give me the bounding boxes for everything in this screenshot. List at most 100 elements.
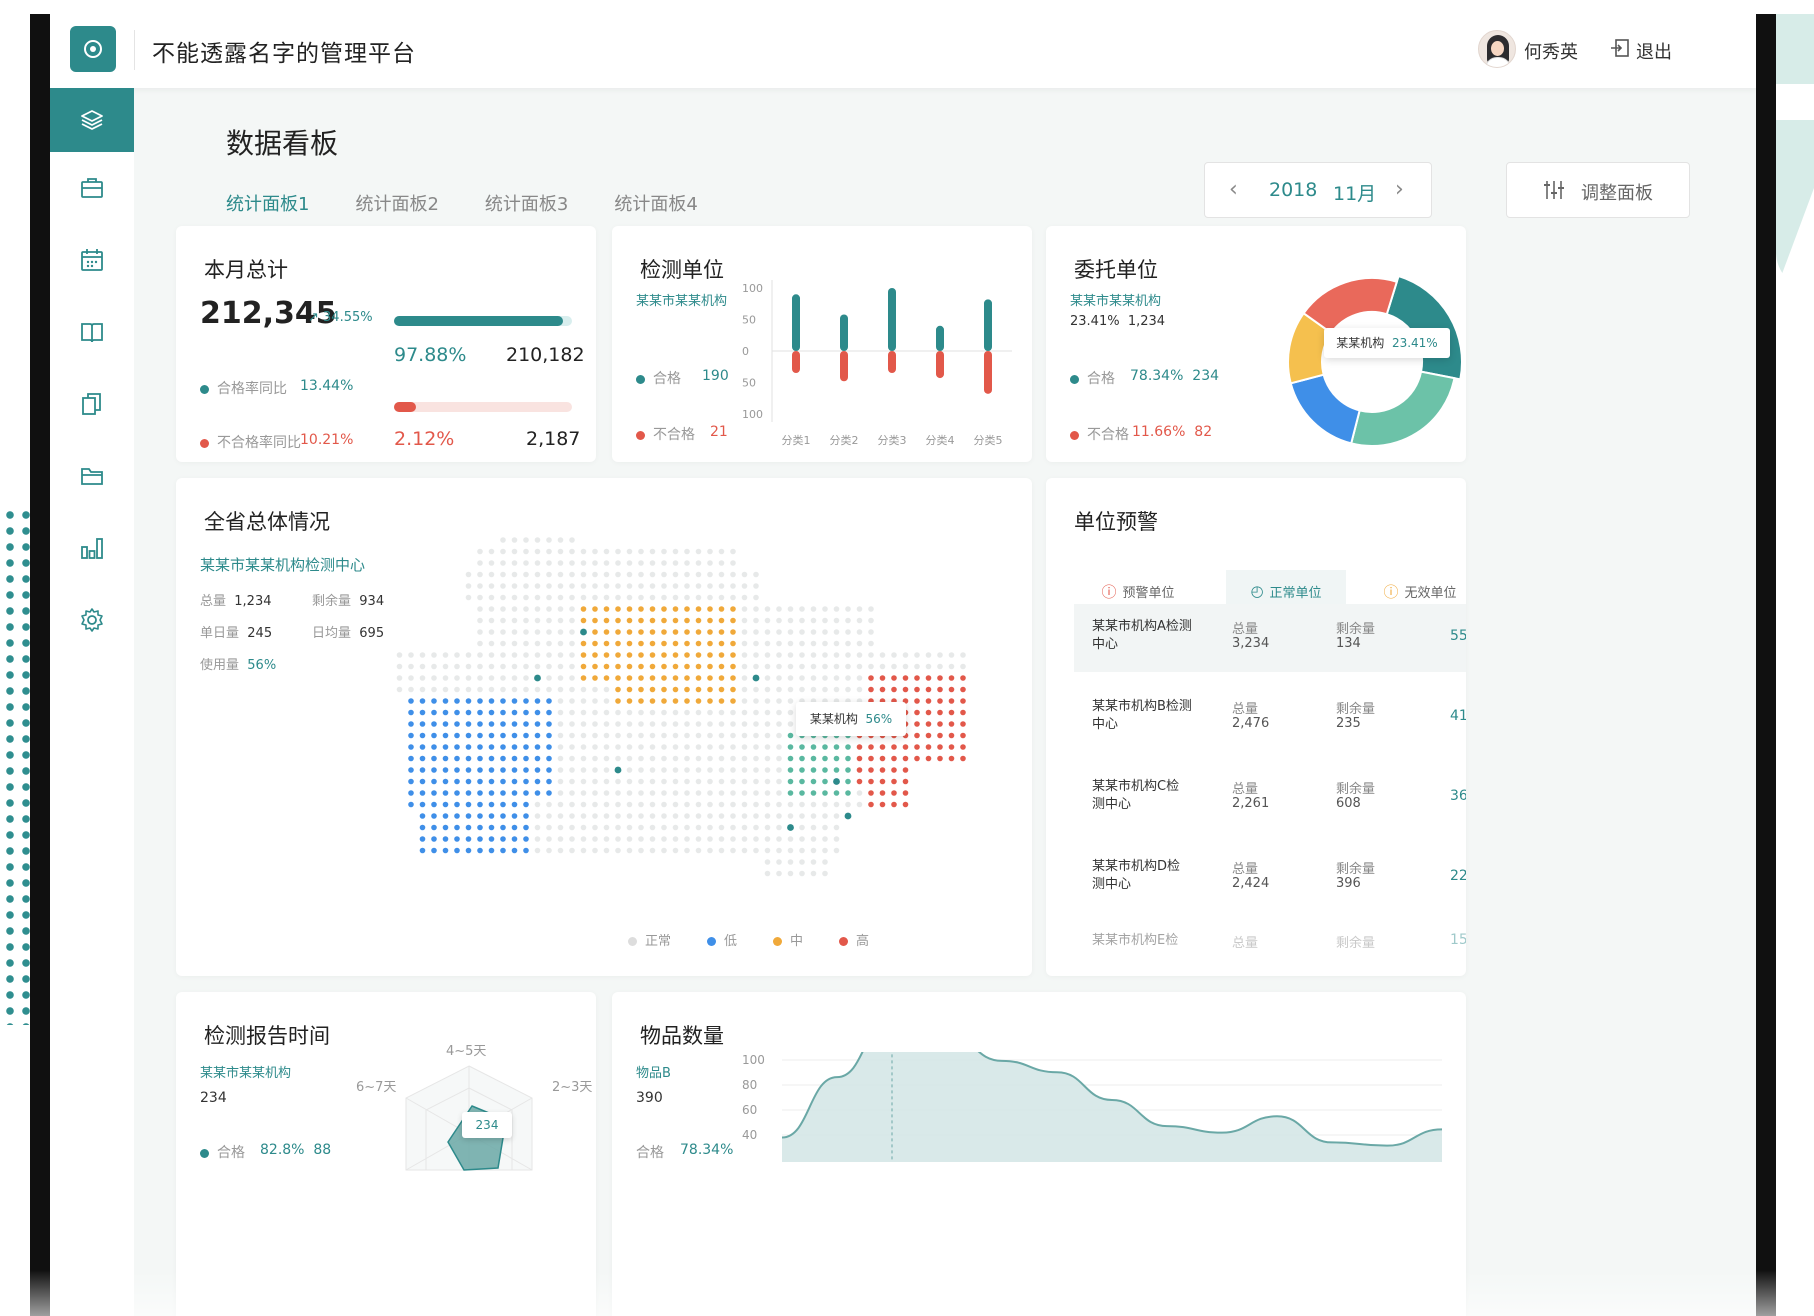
map-dot bbox=[615, 548, 621, 555]
map-dot bbox=[730, 686, 736, 693]
map-dot bbox=[764, 870, 771, 877]
map-dot bbox=[569, 732, 575, 739]
sidebar-item-folder[interactable] bbox=[50, 444, 134, 508]
map-dot bbox=[776, 663, 782, 670]
user-name[interactable]: 何秀英 bbox=[1524, 38, 1578, 64]
map-dot bbox=[592, 767, 598, 773]
client-fail-value: 82 bbox=[1194, 424, 1213, 440]
chevron-left-icon[interactable]: ‹ bbox=[1229, 177, 1238, 202]
logout-button[interactable]: 退出 bbox=[1636, 38, 1672, 64]
map-dot bbox=[684, 583, 690, 589]
map-dot bbox=[649, 652, 656, 658]
map-dot bbox=[707, 594, 713, 601]
map-dot bbox=[856, 617, 863, 624]
map-dot bbox=[534, 640, 541, 647]
map-dot bbox=[833, 801, 840, 808]
map-dot bbox=[523, 767, 529, 773]
map-dot bbox=[580, 755, 587, 762]
map-dot bbox=[787, 721, 794, 727]
map-dot bbox=[902, 652, 909, 658]
map-dot bbox=[822, 767, 828, 773]
stat-value: 56% bbox=[247, 658, 277, 673]
sidebar-item-layers[interactable] bbox=[50, 88, 134, 152]
map-dot bbox=[557, 606, 564, 612]
map-dot bbox=[626, 778, 633, 785]
map-dot bbox=[718, 606, 725, 612]
sidebar-item-briefcase[interactable] bbox=[50, 156, 134, 220]
map-dot bbox=[695, 732, 702, 739]
pass-label: 合格 bbox=[1087, 371, 1115, 387]
map-dot bbox=[488, 790, 495, 796]
sidebar-item-documents[interactable] bbox=[50, 372, 134, 436]
list-item[interactable]: 某某市机构B检测中心 总量2,476 剩余量235 41% bbox=[1074, 684, 1466, 752]
sidebar-item-bar-chart[interactable] bbox=[50, 516, 134, 580]
map-dot bbox=[856, 606, 863, 612]
map-dot bbox=[396, 675, 403, 681]
map-dot bbox=[741, 790, 748, 796]
map-dot bbox=[902, 744, 909, 750]
tab-panel-3[interactable]: 统计面板3 bbox=[485, 190, 568, 216]
map-dot bbox=[753, 663, 759, 670]
map-dot bbox=[488, 801, 495, 808]
map-dot bbox=[615, 813, 621, 819]
map-dot bbox=[511, 847, 518, 854]
remain-value: 396 bbox=[1336, 876, 1361, 891]
map-dot bbox=[638, 652, 644, 658]
map-dot bbox=[569, 709, 575, 716]
map-dot bbox=[569, 583, 575, 589]
sidebar-item-calendar[interactable] bbox=[50, 228, 134, 292]
map-dot bbox=[465, 778, 472, 785]
map-dot bbox=[580, 698, 587, 704]
stat-value: 245 bbox=[247, 626, 273, 641]
map-dot bbox=[684, 652, 690, 658]
map-dot bbox=[661, 732, 667, 739]
logo-icon[interactable] bbox=[70, 26, 116, 72]
map-dot bbox=[741, 755, 748, 762]
map-dot bbox=[534, 721, 541, 727]
logout-icon[interactable] bbox=[1610, 38, 1630, 58]
list-item[interactable]: 某某市机构C检测中心 总量2,261 剩余量608 36% bbox=[1074, 764, 1466, 832]
chevron-right-icon[interactable]: › bbox=[1395, 177, 1404, 202]
map-dot bbox=[454, 732, 460, 739]
map-dot bbox=[741, 571, 748, 578]
map-dot bbox=[488, 847, 495, 854]
sidebar-item-settings[interactable] bbox=[50, 588, 134, 652]
pass-yoy-label: 合格率同比 bbox=[217, 381, 287, 397]
map-dot bbox=[707, 790, 713, 796]
map-dot bbox=[580, 583, 587, 589]
map-dot bbox=[764, 755, 771, 762]
tab-panel-2[interactable]: 统计面板2 bbox=[355, 190, 438, 216]
list-item[interactable]: 某某市机构E检 总量 剩余量 15% bbox=[1074, 918, 1466, 976]
map-dot bbox=[753, 721, 759, 727]
list-item[interactable]: 某某市机构D检测中心 总量2,424 剩余量396 22% bbox=[1074, 844, 1466, 912]
map-dot bbox=[787, 778, 794, 785]
map-dot bbox=[707, 744, 713, 750]
map-dot bbox=[408, 755, 414, 762]
map-dot bbox=[730, 640, 736, 647]
avatar[interactable] bbox=[1478, 30, 1516, 68]
map-dot bbox=[603, 571, 610, 578]
province-dot-map[interactable] bbox=[376, 528, 1016, 918]
tab-panel-4[interactable]: 统计面板4 bbox=[614, 190, 697, 216]
map-dot bbox=[684, 778, 690, 785]
map-dot bbox=[833, 686, 840, 693]
y-tick-label: 50 bbox=[742, 377, 756, 390]
map-dot bbox=[672, 732, 679, 739]
map-dot bbox=[856, 778, 863, 785]
pass-label: 合格 bbox=[653, 371, 681, 387]
map-dot bbox=[753, 790, 759, 796]
list-item[interactable]: 某某市机构A检测中心 总量3,234 剩余量134 55% bbox=[1074, 604, 1466, 672]
adjust-panel-button[interactable]: 调整面板 bbox=[1506, 162, 1690, 218]
map-dot bbox=[741, 663, 748, 670]
sidebar-item-book[interactable] bbox=[50, 300, 134, 364]
legend-label: 低 bbox=[724, 934, 738, 949]
usage-percent: 41% bbox=[1450, 708, 1466, 724]
map-dot bbox=[615, 640, 621, 647]
tab-panel-1[interactable]: 统计面板1 bbox=[226, 190, 309, 216]
client-pass-row: 合格 bbox=[1070, 368, 1115, 388]
map-dot bbox=[925, 709, 932, 716]
map-dot bbox=[580, 594, 587, 601]
map-dot bbox=[695, 744, 702, 750]
card-title: 检测单位 bbox=[640, 258, 724, 282]
map-dot bbox=[776, 813, 782, 819]
